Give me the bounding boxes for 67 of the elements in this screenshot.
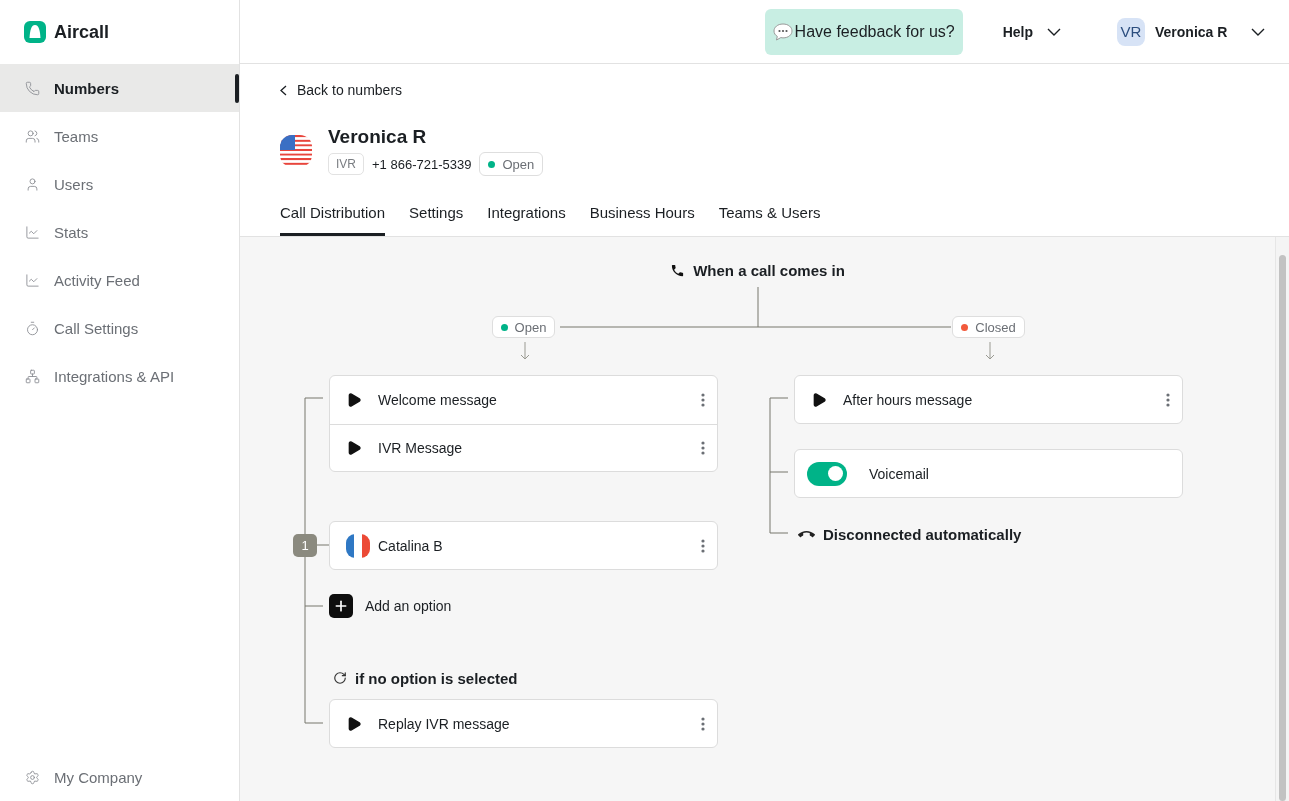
play-icon[interactable] <box>346 440 362 456</box>
user-name: Veronica R <box>1155 23 1229 40</box>
message-label: IVR Message <box>378 440 464 456</box>
phone-icon <box>670 262 686 278</box>
toggle-label: Voicemail <box>869 465 930 482</box>
flow-title: When a call comes in <box>693 261 845 279</box>
user-menu[interactable]: VR Veronica R <box>1117 17 1265 46</box>
plus-icon <box>329 594 353 618</box>
option-key: 1 <box>293 534 317 557</box>
repeat-icon <box>333 671 347 685</box>
fallback-label: if no option is selected <box>355 669 518 687</box>
phone-icon <box>25 80 40 96</box>
avatar: VR <box>1117 17 1145 46</box>
brand-name: Aircall <box>54 21 110 43</box>
flag-icon <box>346 533 370 558</box>
timer-icon <box>25 320 40 336</box>
feedback-button[interactable]: Have feedback for us? <box>764 8 963 55</box>
chevron-left-icon <box>280 84 287 96</box>
sidebar-item[interactable]: Stats <box>0 208 239 256</box>
person-icon <box>25 176 40 192</box>
branch-chip: Open <box>491 316 556 338</box>
play-icon[interactable] <box>346 715 362 732</box>
arrow-connector <box>520 341 530 360</box>
line-chart-icon <box>25 224 40 240</box>
tab[interactable]: Business Hours <box>589 193 695 236</box>
scrollbar[interactable] <box>1275 237 1289 801</box>
phone-number: +1 866-721-5339 <box>372 156 472 172</box>
sidebar-item[interactable]: Users <box>0 160 239 208</box>
sidebar-item[interactable]: Teams <box>0 112 239 160</box>
chevron-down-icon <box>1047 27 1061 36</box>
message-label: Replay IVR message <box>378 715 511 732</box>
more-options-icon[interactable] <box>701 393 705 407</box>
status-chip: Open <box>479 152 544 176</box>
people-icon <box>25 128 40 144</box>
add-option-button[interactable]: Add an option <box>329 594 452 618</box>
toggle-switch[interactable] <box>807 461 847 486</box>
message-label: Welcome message <box>378 392 498 408</box>
sidebar-item[interactable]: Call Settings <box>0 304 239 352</box>
tab[interactable]: Teams & Users <box>718 193 821 236</box>
message-label: After hours message <box>843 391 974 408</box>
more-options-icon[interactable] <box>701 716 705 731</box>
number-type-tag: IVR <box>328 153 364 175</box>
sidebar-item[interactable]: Numbers <box>0 64 239 112</box>
logo-icon <box>24 21 46 43</box>
more-options-icon[interactable] <box>701 538 705 553</box>
branch-chip: Closed <box>952 316 1025 338</box>
more-options-icon[interactable] <box>701 441 705 455</box>
settings-icon <box>25 769 40 785</box>
more-options-icon[interactable] <box>1166 392 1170 407</box>
flag-icon <box>280 134 312 168</box>
sidebar-item[interactable]: Activity Feed <box>0 256 239 304</box>
tab[interactable]: Settings <box>409 193 464 236</box>
arrow-connector <box>985 341 995 360</box>
network-icon <box>25 368 40 384</box>
sidebar-item[interactable]: Integrations & API <box>0 352 239 400</box>
play-icon[interactable] <box>811 391 827 408</box>
tab[interactable]: Integrations <box>487 193 566 236</box>
number-name: Veronica R <box>328 126 428 148</box>
line-chart-icon <box>25 272 40 288</box>
sidebar-item[interactable]: My Company <box>0 753 239 801</box>
end-label: Disconnected automatically <box>823 525 1022 543</box>
chevron-down-icon <box>1251 27 1265 36</box>
help-menu[interactable]: Help <box>1002 23 1061 40</box>
back-link[interactable]: Back to numbers <box>280 80 403 100</box>
speech-bubble-icon <box>772 22 793 41</box>
play-icon[interactable] <box>346 392 362 408</box>
contact-name: Catalina B <box>378 537 444 554</box>
